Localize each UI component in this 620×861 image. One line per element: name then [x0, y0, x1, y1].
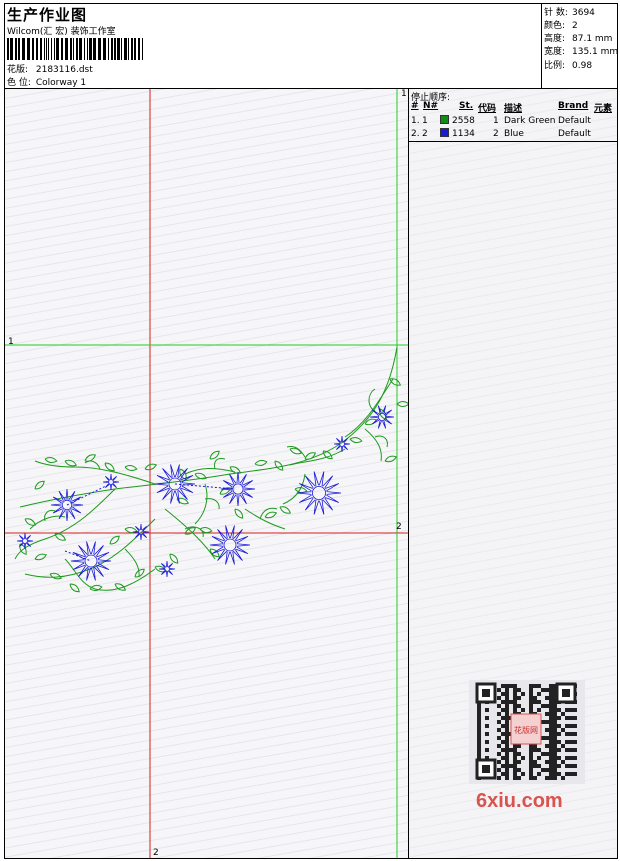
design-canvas: 1 2 1 2: [5, 89, 408, 858]
leaf-shape: [396, 401, 408, 407]
col-header-brand: Brand: [558, 101, 589, 111]
leaf-shape: [34, 553, 48, 561]
header-info: 生产作业图 Wilcom(汇 宏) 装饰工作室 花版: 2183116.dst …: [4, 3, 542, 88]
color-swatch: [440, 128, 449, 137]
col-header-index: #: [411, 101, 419, 111]
stat-label: 颜色:: [544, 21, 566, 31]
stat-stitches: 针 数: 3694: [544, 5, 595, 18]
qr-code-watermark: 花版网: [469, 680, 585, 784]
leaf-shape: [34, 480, 45, 490]
colorway-row: 色 位: Colorway 1: [7, 75, 86, 88]
stat-value: 0.98: [572, 61, 593, 71]
row-brand: Default: [558, 129, 591, 139]
flower-icon: [209, 525, 251, 565]
panel-header-divider: [409, 141, 617, 142]
flower-icon: [158, 560, 176, 578]
stat-label: 针 数:: [544, 8, 568, 18]
leaf-shape: [144, 463, 158, 471]
guide-label-h1: 1: [8, 337, 14, 347]
row-index: 2.: [411, 129, 420, 139]
stat-label: 比例:: [544, 61, 566, 71]
embroidery-preview: [5, 89, 408, 858]
flower-icon: [132, 523, 150, 541]
leaf-shape: [49, 572, 63, 580]
barcode-image: [7, 38, 143, 60]
leaf-shape: [279, 506, 292, 514]
colorway-label: 色 位:: [7, 78, 31, 88]
guide-label-v2: 2: [153, 848, 159, 858]
leaf-shape: [64, 459, 78, 467]
leaf-shape: [169, 553, 179, 564]
flower-icon: [333, 435, 351, 453]
flower-icon: [102, 473, 120, 491]
qr-code-icon: 花版网: [475, 682, 577, 780]
leaf-shape: [289, 447, 303, 455]
col-header-code: 代码: [478, 104, 497, 114]
colorway-value: Colorway 1: [35, 78, 87, 88]
leaf-shape: [176, 497, 190, 505]
leaf-shape: [234, 508, 244, 519]
stat-height: 高度: 87.1 mm: [544, 31, 612, 44]
row-code: 1: [493, 116, 499, 126]
leaf-shape: [304, 452, 317, 460]
col-header-needle: N#: [423, 101, 439, 111]
row-description: Blue: [504, 129, 524, 139]
leaf-shape: [349, 436, 363, 444]
row-code: 2: [493, 129, 499, 139]
row-index: 1.: [411, 116, 420, 126]
leaf-shape: [264, 511, 278, 519]
row-needle: 2: [422, 129, 428, 139]
vine-stems: [14, 346, 398, 591]
stat-value: 87.1 mm: [572, 34, 613, 44]
stat-width: 宽度: 135.1 mm: [544, 44, 618, 57]
col-header-description: 描述: [504, 104, 523, 114]
flower-icon: [296, 471, 342, 515]
col-header-element: 元素: [594, 104, 613, 114]
leaf-shape: [384, 455, 398, 463]
leaf-shape: [69, 583, 80, 593]
stat-label: 宽度:: [544, 47, 566, 57]
row-stitches: 2558: [452, 116, 475, 126]
leaf-shape: [44, 456, 58, 464]
guide-label-h2: 2: [396, 522, 402, 532]
row-description: Dark Green: [504, 116, 556, 126]
guide-label-v1: 1: [401, 89, 407, 99]
vine-leaves: [19, 378, 408, 593]
flower-icon: [220, 471, 256, 507]
leaf-shape: [24, 518, 37, 526]
leaf-shape: [274, 460, 284, 471]
watermark-stamp-text: 花版网: [514, 725, 538, 735]
design-file-row: 花版: 2183116.dst: [7, 62, 93, 75]
flower-icon: [16, 532, 34, 550]
leaf-shape: [254, 459, 268, 467]
row-brand: Default: [558, 116, 591, 126]
row-stitches: 1134: [452, 129, 475, 139]
stat-value: 135.1 mm: [572, 47, 619, 57]
row-needle: 1: [422, 116, 428, 126]
design-file-label: 花版:: [7, 65, 29, 75]
stat-value: 2: [572, 21, 578, 31]
leaf-shape: [199, 526, 213, 534]
design-file-value: 2183116.dst: [35, 65, 93, 75]
leaf-shape: [124, 464, 138, 472]
company-name: Wilcom(汇 宏) 装饰工作室: [7, 27, 116, 37]
col-header-stitches: St.: [459, 101, 474, 111]
stats-box: 针 数: 3694 颜色: 2 高度: 87.1 mm 宽度: 135.1 mm 比例:…: [541, 3, 618, 88]
watermark-site-text: 6xiu.com: [476, 790, 563, 812]
stat-colors: 颜色: 2: [544, 18, 578, 31]
stat-scale: 比例: 0.98: [544, 58, 592, 71]
leaf-shape: [109, 535, 120, 545]
stat-value: 3694: [572, 8, 595, 18]
stat-label: 高度:: [544, 34, 566, 44]
color-swatch: [440, 115, 449, 124]
page-title: 生产作业图: [7, 6, 88, 24]
